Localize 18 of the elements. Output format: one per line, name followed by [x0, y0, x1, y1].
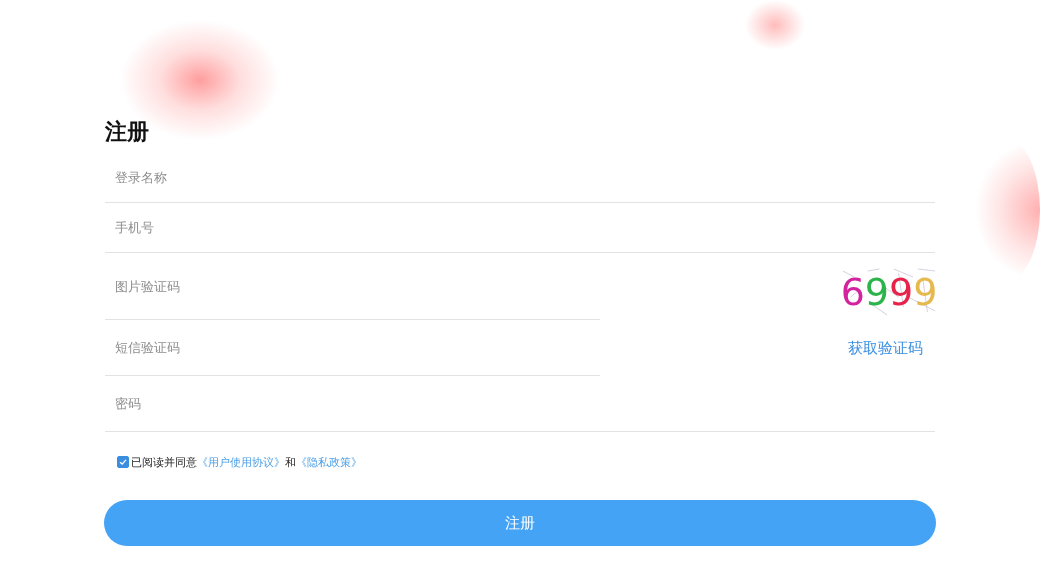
input-field[interactable]: 图片验证码	[105, 253, 600, 320]
agreement-text: 已阅读并同意	[131, 454, 197, 470]
input-field[interactable]: 短信验证码	[105, 320, 600, 376]
input-field[interactable]: 登录名称	[105, 153, 935, 203]
captcha-digit: 6	[840, 270, 865, 314]
captcha-digit: 9	[889, 270, 914, 314]
checkbox[interactable]	[117, 456, 129, 468]
captcha-image[interactable]: 6999	[841, 267, 937, 317]
page-title: 注册	[105, 118, 150, 146]
terms-link[interactable]: 《用户使用协议》	[197, 454, 285, 470]
input-field[interactable]: 手机号	[105, 203, 935, 253]
captcha-digit: 9	[864, 270, 889, 314]
agreement-text: 和	[285, 454, 296, 470]
register-button[interactable]: 注册	[104, 500, 936, 546]
get-code-link[interactable]: 获取验证码	[848, 338, 923, 358]
privacy-link[interactable]: 《隐私政策》	[296, 454, 362, 470]
captcha-digit: 9	[913, 270, 938, 314]
input-field[interactable]: 密码	[105, 376, 935, 432]
